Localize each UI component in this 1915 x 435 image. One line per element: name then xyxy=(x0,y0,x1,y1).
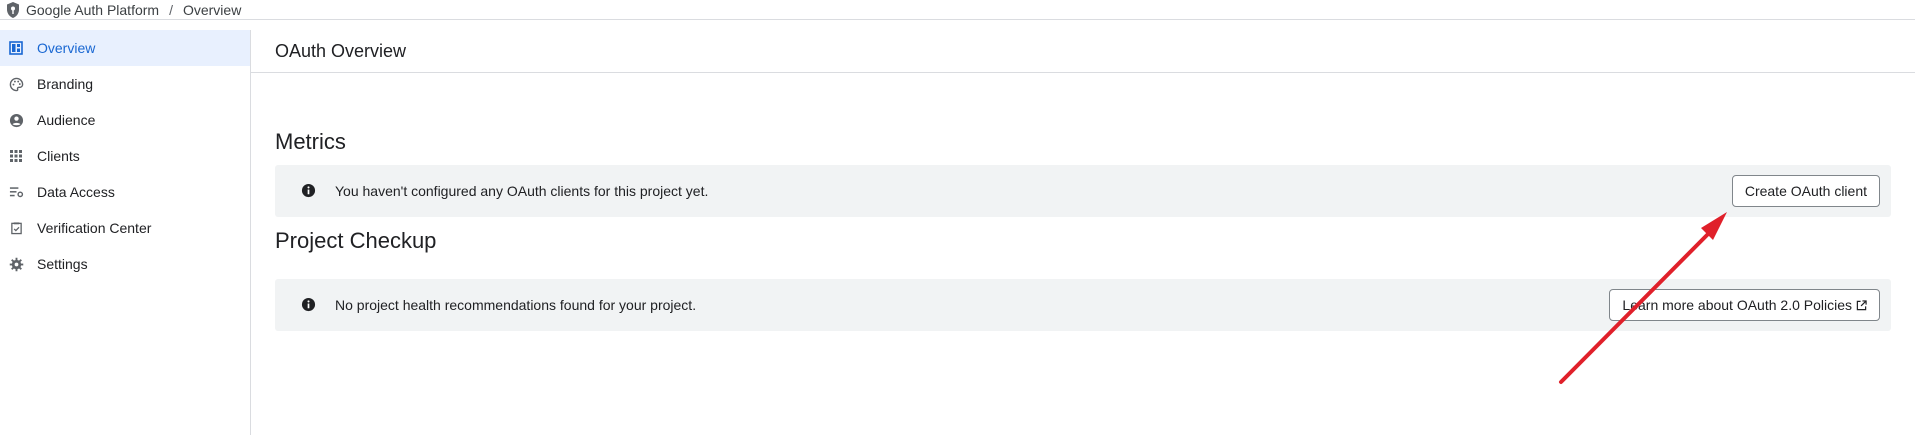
sidebar-item-label: Settings xyxy=(37,256,88,272)
project-checkup-message: No project health recommendations found … xyxy=(335,297,697,313)
sidebar-item-settings[interactable]: Settings xyxy=(0,246,250,282)
metrics-banner: You haven't configured any OAuth clients… xyxy=(275,165,1891,217)
apps-grid-icon xyxy=(8,148,24,164)
create-oauth-client-label: Create OAuth client xyxy=(1744,183,1867,199)
main-content: OAuth Overview Metrics You haven't confi… xyxy=(251,30,1915,435)
top-bar: Google Auth Platform / Overview xyxy=(0,0,1915,20)
sidebar: Overview Branding Audience Clients Data … xyxy=(0,30,251,435)
sidebar-item-label: Audience xyxy=(37,112,96,128)
sidebar-item-verification-center[interactable]: Verification Center xyxy=(0,210,250,246)
project-checkup-heading: Project Checkup xyxy=(275,228,437,253)
palette-icon xyxy=(8,76,24,92)
sidebar-item-label: Overview xyxy=(37,40,96,56)
sidebar-item-data-access[interactable]: Data Access xyxy=(0,174,250,210)
project-checkup-banner: No project health recommendations found … xyxy=(275,279,1891,331)
info-icon xyxy=(301,297,317,313)
gear-icon xyxy=(8,256,24,272)
page-title: OAuth Overview xyxy=(275,40,407,61)
external-link-icon xyxy=(1856,299,1867,311)
metrics-message: You haven't configured any OAuth clients… xyxy=(335,183,709,199)
breadcrumb-separator: / xyxy=(169,1,173,18)
verification-icon xyxy=(8,220,24,236)
page-header: OAuth Overview xyxy=(251,30,1915,73)
sidebar-item-label: Branding xyxy=(37,76,94,92)
create-oauth-client-button[interactable]: Create OAuth client xyxy=(1731,175,1880,207)
info-icon xyxy=(301,183,317,199)
sidebar-item-label: Verification Center xyxy=(37,220,152,236)
sidebar-item-label: Data Access xyxy=(37,184,115,200)
data-filter-icon xyxy=(8,184,24,200)
account-circle-icon xyxy=(8,112,24,128)
breadcrumb-page: Overview xyxy=(182,1,242,18)
sidebar-item-overview[interactable]: Overview xyxy=(0,30,250,66)
dashboard-icon xyxy=(8,40,24,56)
sidebar-item-branding[interactable]: Branding xyxy=(0,66,250,102)
metrics-heading: Metrics xyxy=(275,129,346,154)
sidebar-item-label: Clients xyxy=(37,148,80,164)
sidebar-item-clients[interactable]: Clients xyxy=(0,138,250,174)
sidebar-item-audience[interactable]: Audience xyxy=(0,102,250,138)
learn-more-label: Learn more about OAuth 2.0 Policies xyxy=(1622,297,1852,313)
learn-more-oauth-policies-link[interactable]: Learn more about OAuth 2.0 Policies xyxy=(1609,289,1880,321)
breadcrumb-app[interactable]: Google Auth Platform xyxy=(26,0,159,20)
shield-key-logo-icon xyxy=(0,0,26,20)
